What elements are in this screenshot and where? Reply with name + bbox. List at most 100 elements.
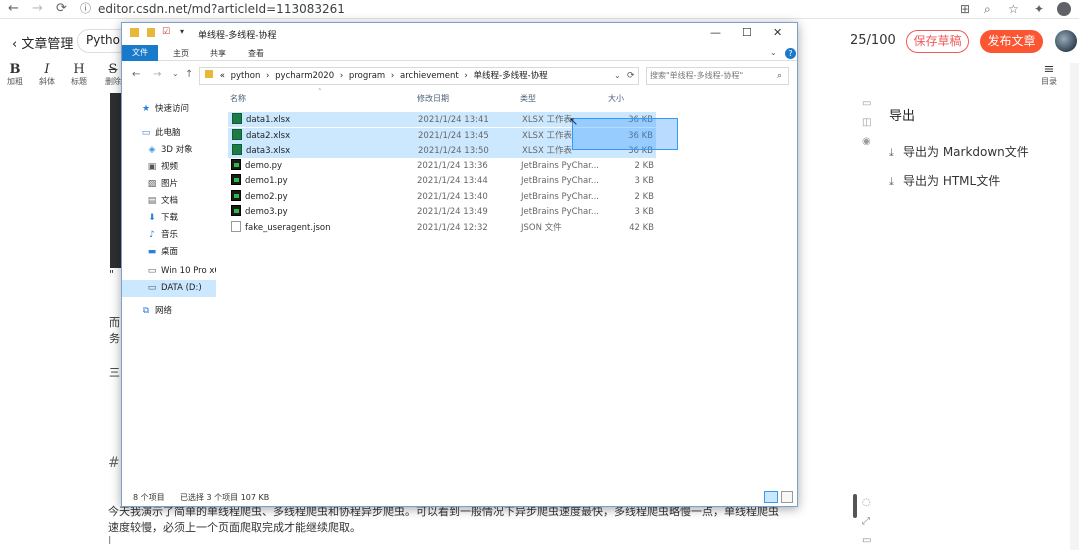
maximize-icon[interactable]: ☐: [742, 26, 752, 39]
star-icon[interactable]: ☆: [1008, 2, 1019, 16]
article-paragraph-line-1[interactable]: 今天我演示了简单的单线程爬虫、多线程爬虫和协程异步爬虫。可以看到一般情况下异步爬…: [108, 505, 779, 519]
column-type[interactable]: 类型: [520, 93, 536, 104]
nav-item[interactable]: ▭ Win 10 Pro x6: [122, 263, 216, 280]
breadcrumb-program[interactable]: program: [349, 71, 385, 81]
nav-item[interactable]: ♪ 音乐: [122, 227, 216, 244]
pycharm-file-icon: [231, 174, 241, 185]
file-date: 2021/1/24 13:40: [417, 191, 488, 202]
breadcrumb-separator[interactable]: ›: [391, 71, 394, 81]
nav-item[interactable]: ▭ 此电脑: [122, 125, 216, 142]
help-icon[interactable]: ?: [785, 48, 796, 59]
nav-item[interactable]: ⧉ 网络: [122, 303, 216, 320]
editor-heading-fragment: #: [108, 455, 120, 471]
file-row[interactable]: demo3.py 2021/1/24 13:49 JetBrains PyChar.…: [228, 205, 656, 220]
large-icons-view-icon[interactable]: [781, 491, 793, 503]
recent-dropdown-icon[interactable]: ⌄: [172, 69, 179, 78]
toc-button[interactable]: ≡ 目录: [1038, 62, 1060, 87]
breadcrumb-python[interactable]: python: [231, 71, 261, 81]
column-date[interactable]: 修改日期: [417, 93, 449, 104]
profile-icon[interactable]: [1057, 2, 1071, 16]
file-name: data2.xlsx: [246, 130, 291, 141]
sync-icon[interactable]: ◌: [862, 497, 871, 508]
nav-item[interactable]: ⬇ 下载: [122, 210, 216, 227]
page-scrollbar[interactable]: [1070, 63, 1079, 550]
file-name: demo1.py: [245, 176, 288, 186]
details-view-icon[interactable]: [764, 491, 778, 503]
zoom-icon[interactable]: ⌕: [984, 2, 991, 16]
file-row[interactable]: demo.py 2021/1/24 13:36 JetBrains PyChar..…: [228, 158, 656, 174]
breadcrumb-separator[interactable]: ›: [464, 71, 467, 81]
address-bar-url[interactable]: editor.csdn.net/md?articleId=113083261: [98, 2, 345, 17]
export-markdown-button[interactable]: ⤓ 导出为 Markdown文件: [889, 143, 1029, 160]
minimize-icon[interactable]: —: [710, 26, 721, 39]
file-row[interactable]: demo2.py 2021/1/24 13:40 JetBrains PyChar.…: [228, 189, 656, 205]
column-size[interactable]: 大小: [608, 93, 624, 104]
properties-icon[interactable]: ☑: [162, 27, 170, 37]
preview-icon[interactable]: ▭: [862, 535, 871, 546]
editor-scroll-thumb[interactable]: [853, 494, 857, 518]
close-icon[interactable]: ✕: [773, 26, 782, 39]
tab-file[interactable]: 文件: [122, 45, 158, 61]
eye-icon[interactable]: ◉: [862, 136, 871, 147]
file-row[interactable]: demo1.py 2021/1/24 13:44 JetBrains PyChar.…: [228, 174, 656, 189]
publish-button[interactable]: 发布文章: [980, 30, 1043, 53]
explorer-titlebar[interactable]: ☑ ▾ 单线程-多线程-协程 — ☐ ✕: [122, 23, 797, 45]
export-html-button[interactable]: ⤓ 导出为 HTML文件: [889, 172, 1000, 189]
refresh-icon[interactable]: ⟳: [627, 68, 635, 84]
breadcrumb-archievement[interactable]: archievement: [400, 71, 459, 81]
fullscreen-icon[interactable]: ⤢: [862, 516, 870, 527]
save-draft-button[interactable]: 保存草稿: [906, 30, 969, 53]
file-name: data1.xlsx: [246, 115, 291, 125]
file-row[interactable]: fake_useragent.json 2021/1/24 12:32 JSON 文…: [228, 220, 656, 236]
reload-icon[interactable]: ⟳: [56, 1, 67, 17]
article-manage-link[interactable]: ‹ 文章管理: [12, 33, 73, 52]
nav-item[interactable]: ▨ 图片: [122, 176, 216, 193]
file-size: 3 KB: [634, 176, 654, 186]
tab-home[interactable]: 主页: [173, 48, 189, 59]
nav-item[interactable]: ▤ 文档: [122, 193, 216, 210]
article-title-input[interactable]: Python: [77, 29, 127, 53]
bold-button[interactable]: B 加粗: [4, 62, 26, 87]
nav-item[interactable]: ▬ 桌面: [122, 244, 216, 261]
export-panel-title: 导出: [889, 109, 916, 124]
extensions-icon[interactable]: ✦: [1034, 2, 1044, 16]
breadcrumb-current-folder[interactable]: 单线程-多线程-协程: [474, 71, 548, 81]
nav-item[interactable]: ▣ 视频: [122, 159, 216, 176]
avatar[interactable]: [1055, 30, 1077, 52]
address-bar[interactable]: « python › pycharm2020 › program › archi…: [199, 67, 639, 85]
forward-arrow-icon[interactable]: →: [153, 69, 161, 80]
tab-share[interactable]: 共享: [210, 48, 226, 59]
search-input[interactable]: 搜索"单线程-多线程-协程" ⌕: [646, 67, 789, 85]
up-arrow-icon[interactable]: ↑: [185, 69, 193, 80]
nav-item-icon: ▨: [147, 179, 157, 189]
file-name: demo3.py: [245, 207, 288, 217]
panel-icon-a[interactable]: ▭: [862, 98, 871, 109]
breadcrumb-separator[interactable]: ›: [266, 71, 269, 81]
breadcrumb-pycharm2020[interactable]: pycharm2020: [275, 71, 334, 81]
nav-item[interactable]: ◈ 3D 对象: [122, 142, 216, 159]
article-paragraph-line-2[interactable]: 速度较慢，必须上一个页面爬取完成才能继续爬取。: [108, 521, 361, 535]
forward-arrow-icon[interactable]: →: [32, 1, 43, 17]
quick-access-folder-icon[interactable]: [147, 28, 155, 37]
translate-icon[interactable]: ⊞: [960, 2, 970, 16]
heading-label: 标题: [71, 77, 87, 86]
address-dropdown-icon[interactable]: ⌄: [614, 68, 621, 84]
qat-dropdown-icon[interactable]: ▾: [180, 27, 184, 36]
back-arrow-icon[interactable]: ←: [8, 1, 19, 17]
breadcrumb-separator[interactable]: ›: [340, 71, 343, 81]
tab-view[interactable]: 查看: [248, 48, 264, 59]
sort-up-icon: ˄: [318, 88, 322, 96]
file-name: demo.py: [245, 160, 283, 171]
heading-button[interactable]: H 标题: [68, 62, 90, 87]
column-name[interactable]: 名称: [230, 93, 246, 104]
site-info-icon[interactable]: ⓘ: [80, 1, 91, 17]
back-arrow-icon[interactable]: ←: [132, 69, 140, 80]
italic-button[interactable]: I 斜体: [36, 62, 58, 87]
nav-item[interactable]: ▭ DATA (D:): [122, 280, 216, 297]
breadcrumb-overflow[interactable]: «: [220, 71, 225, 81]
panel-icon-b[interactable]: ◫: [862, 117, 871, 128]
search-icon: ⌕: [777, 71, 783, 81]
status-bar: 8 个项目 已选择 3 个项目 107 KB: [122, 490, 797, 506]
expand-ribbon-icon[interactable]: ⌄: [770, 48, 777, 57]
file-type: JetBrains PyChar...: [521, 191, 599, 202]
